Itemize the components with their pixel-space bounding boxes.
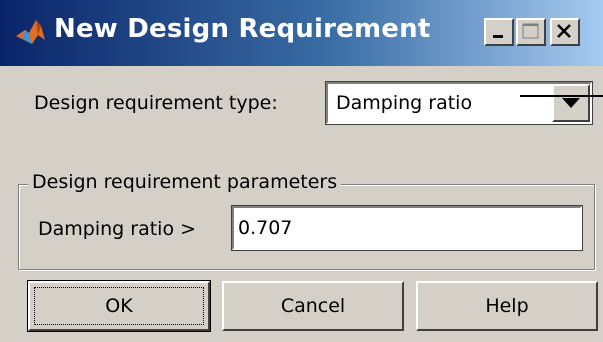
requirement-type-label: Design requirement type:: [34, 92, 278, 114]
cancel-button[interactable]: Cancel: [222, 281, 404, 331]
damping-ratio-input[interactable]: [231, 205, 583, 251]
chevron-down-icon: [562, 98, 580, 108]
window-title: New Design Requirement: [54, 14, 431, 44]
matlab-logo-icon: [16, 20, 45, 44]
callout-line: [520, 95, 603, 97]
ok-button[interactable]: OK: [27, 280, 211, 332]
minimize-icon: [493, 35, 503, 38]
damping-ratio-label: Damping ratio >: [38, 218, 197, 240]
title-bar[interactable]: New Design Requirement: [0, 0, 603, 66]
maximize-button[interactable]: [516, 18, 546, 46]
close-button[interactable]: [550, 18, 580, 46]
maximize-icon: [522, 23, 539, 39]
dropdown-arrow-button[interactable]: [552, 84, 590, 122]
parameters-group-title: Design requirement parameters: [28, 171, 342, 193]
requirement-type-dropdown[interactable]: Damping ratio: [325, 81, 593, 125]
dialog-window: New Design Requirement Design requiremen…: [0, 0, 603, 342]
help-button[interactable]: Help: [416, 281, 598, 331]
minimize-button[interactable]: [484, 18, 514, 46]
requirement-type-value: Damping ratio: [336, 92, 473, 114]
close-icon: [557, 24, 571, 38]
